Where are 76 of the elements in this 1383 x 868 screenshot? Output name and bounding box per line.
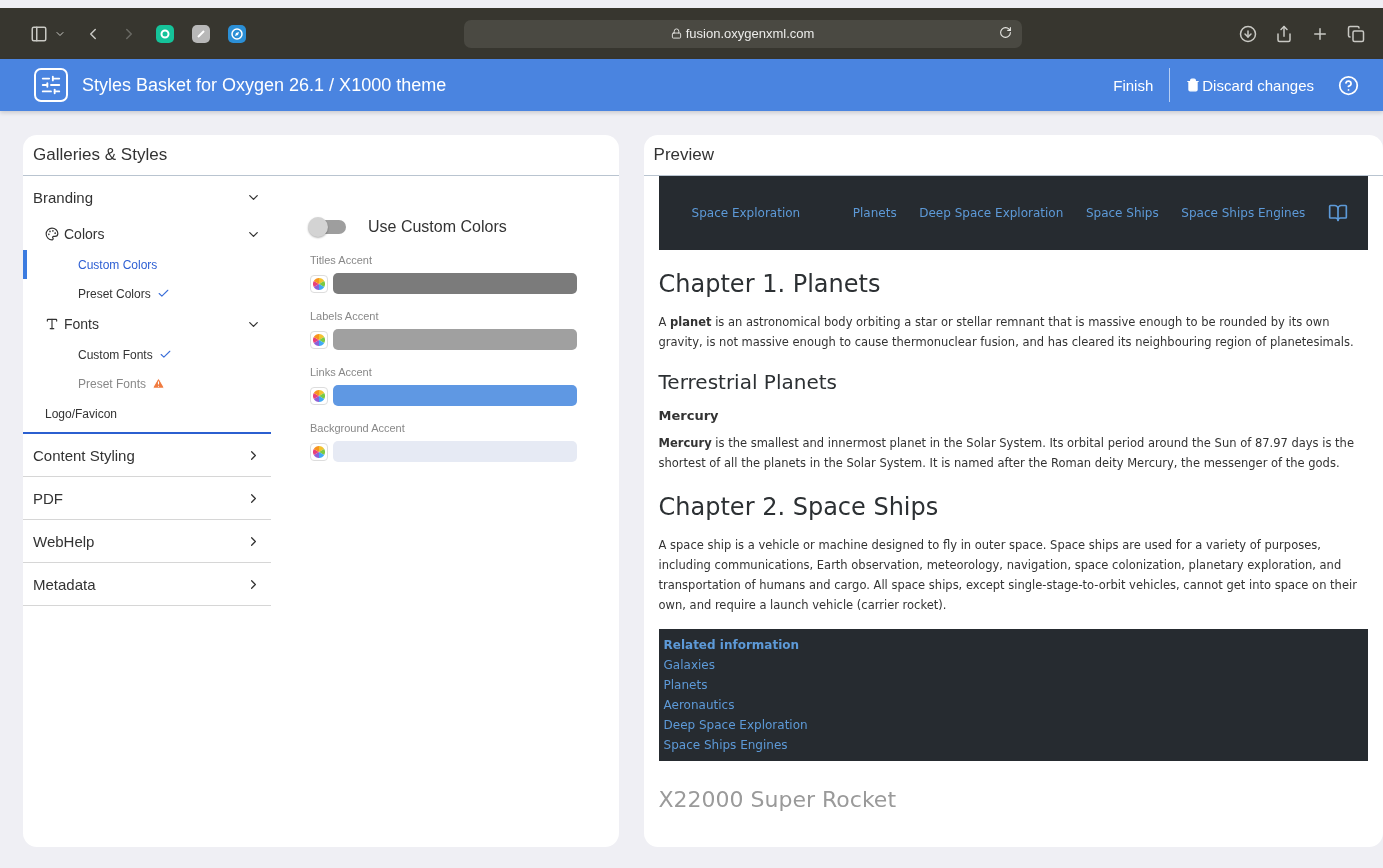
warning-icon xyxy=(152,377,166,390)
related-link[interactable]: Aeronautics xyxy=(663,695,735,715)
download-icon[interactable] xyxy=(1239,24,1257,43)
related-link[interactable]: Space Ships Engines xyxy=(663,735,788,755)
color-wheel-icon xyxy=(313,277,325,290)
nav-item[interactable]: Preset Fonts xyxy=(23,369,271,398)
subsection-label: Colors xyxy=(64,226,105,242)
check-icon xyxy=(158,348,172,361)
color-swatch[interactable] xyxy=(333,385,577,406)
section-heading: Terrestrial Planets xyxy=(658,370,838,394)
nav-link[interactable]: Deep Space Exploration xyxy=(919,206,1064,220)
palette-icon xyxy=(45,227,59,241)
reload-icon[interactable] xyxy=(998,25,1012,39)
extension-icon[interactable] xyxy=(192,24,210,43)
nav-item[interactable]: Custom Fonts xyxy=(23,340,271,369)
section-header[interactable]: Content Styling xyxy=(23,434,271,476)
compass-icon[interactable] xyxy=(228,24,246,43)
trash-icon xyxy=(1186,78,1201,92)
subsection-header[interactable]: Fonts xyxy=(23,308,271,340)
extension-icon[interactable] xyxy=(156,24,174,43)
related-link[interactable]: Deep Space Exploration xyxy=(663,715,808,735)
subsection-header[interactable]: Colors xyxy=(23,218,271,250)
letter-t-icon xyxy=(45,317,59,331)
sliders-icon xyxy=(40,74,62,96)
color-wheel-icon xyxy=(313,445,325,458)
section-header[interactable]: Metadata xyxy=(23,563,271,605)
color-picker-button[interactable] xyxy=(310,442,328,461)
paragraph: A planet is an astronomical body orbiting a star or stellar remnant that is massive enough to be rounded by its own gravity, is not massive enough to cause thermonuclear fusion, and has cleared its neighbouring region of planetesimals. xyxy=(658,314,1355,351)
finish-button[interactable]: Finish xyxy=(1113,70,1154,100)
color-swatch[interactable] xyxy=(333,329,577,350)
faded-heading: X22000 Super Rocket xyxy=(658,787,897,812)
field-label: Labels Accent xyxy=(310,310,380,322)
section-header[interactable]: WebHelp xyxy=(23,520,271,562)
url-text: fusion.oxygenxml.com xyxy=(685,26,815,41)
app-title: Styles Basket for Oxygen 26.1 / X1000 theme xyxy=(82,74,447,96)
share-icon[interactable] xyxy=(1275,24,1293,43)
check-icon xyxy=(156,287,170,300)
chapter-heading: Chapter 2. Space Ships xyxy=(658,493,940,521)
color-wheel-icon xyxy=(313,389,325,402)
help-icon[interactable] xyxy=(1338,74,1359,96)
related-link[interactable]: Planets xyxy=(663,675,708,695)
color-picker-button[interactable] xyxy=(310,274,328,293)
section-header[interactable]: Branding xyxy=(23,176,271,218)
nav-link[interactable]: Space Ships Engines xyxy=(1181,206,1306,220)
field-label: Titles Accent xyxy=(310,254,373,266)
section-header[interactable]: PDF xyxy=(23,477,271,519)
nav-link[interactable]: Planets xyxy=(852,206,897,220)
subheading: Mercury xyxy=(658,408,720,423)
nav-link[interactable]: Space Ships xyxy=(1085,206,1159,220)
subsection-label: Fonts xyxy=(64,316,99,332)
subsection-header[interactable]: Logo/Favicon xyxy=(23,398,271,430)
tabs-icon[interactable] xyxy=(1347,24,1365,43)
related-title: Related information xyxy=(663,637,800,654)
paragraph: Mercury is the smallest and innermost planet in the Solar System. Its orbital period around the Sun of 87.97 days is the shortest of all the planets in the Solar System. It is named after the Roman deity Mercury, the messenger of the gods. xyxy=(658,435,1355,472)
sidebar-icon[interactable] xyxy=(30,24,48,43)
nav-item[interactable]: Custom Colors xyxy=(23,250,271,279)
panel-title: Galleries & Styles xyxy=(23,135,619,176)
field-label: Links Accent xyxy=(310,366,373,378)
color-swatch[interactable] xyxy=(333,441,577,462)
lock-icon xyxy=(670,28,682,39)
related-link[interactable]: Galaxies xyxy=(663,655,715,675)
color-picker-button[interactable] xyxy=(310,330,328,349)
color-picker-button[interactable] xyxy=(310,386,328,405)
discard-button[interactable]: Discard changes xyxy=(1186,70,1314,100)
nav-link[interactable]: Space Exploration xyxy=(691,206,801,220)
chapter-heading: Chapter 1. Planets xyxy=(658,270,882,298)
field-label: Background Accent xyxy=(310,422,406,434)
paragraph: A space ship is a vehicle or machine designed to fly in outer space. Space ships are used for a variety of purposes, including communications, Earth observation, meteorology, navigation, space colonization, planetary exploration, and transportation of humans and cargo. All space ships, except single-stage-to-orbit vehicles, cannot get into space on their own, and require a launch vehicle (carrier rocket). xyxy=(658,537,1358,614)
toggle-switch[interactable] xyxy=(310,220,346,234)
address-bar[interactable]: fusion.oxygenxml.com xyxy=(463,19,1022,48)
subsection-label: Logo/Favicon xyxy=(45,407,118,421)
book-icon[interactable] xyxy=(1327,203,1348,223)
toggle-label: Use Custom Colors xyxy=(368,218,507,236)
nav-item[interactable]: Preset Colors xyxy=(23,279,271,308)
color-wheel-icon xyxy=(313,333,325,346)
color-swatch[interactable] xyxy=(333,273,577,294)
